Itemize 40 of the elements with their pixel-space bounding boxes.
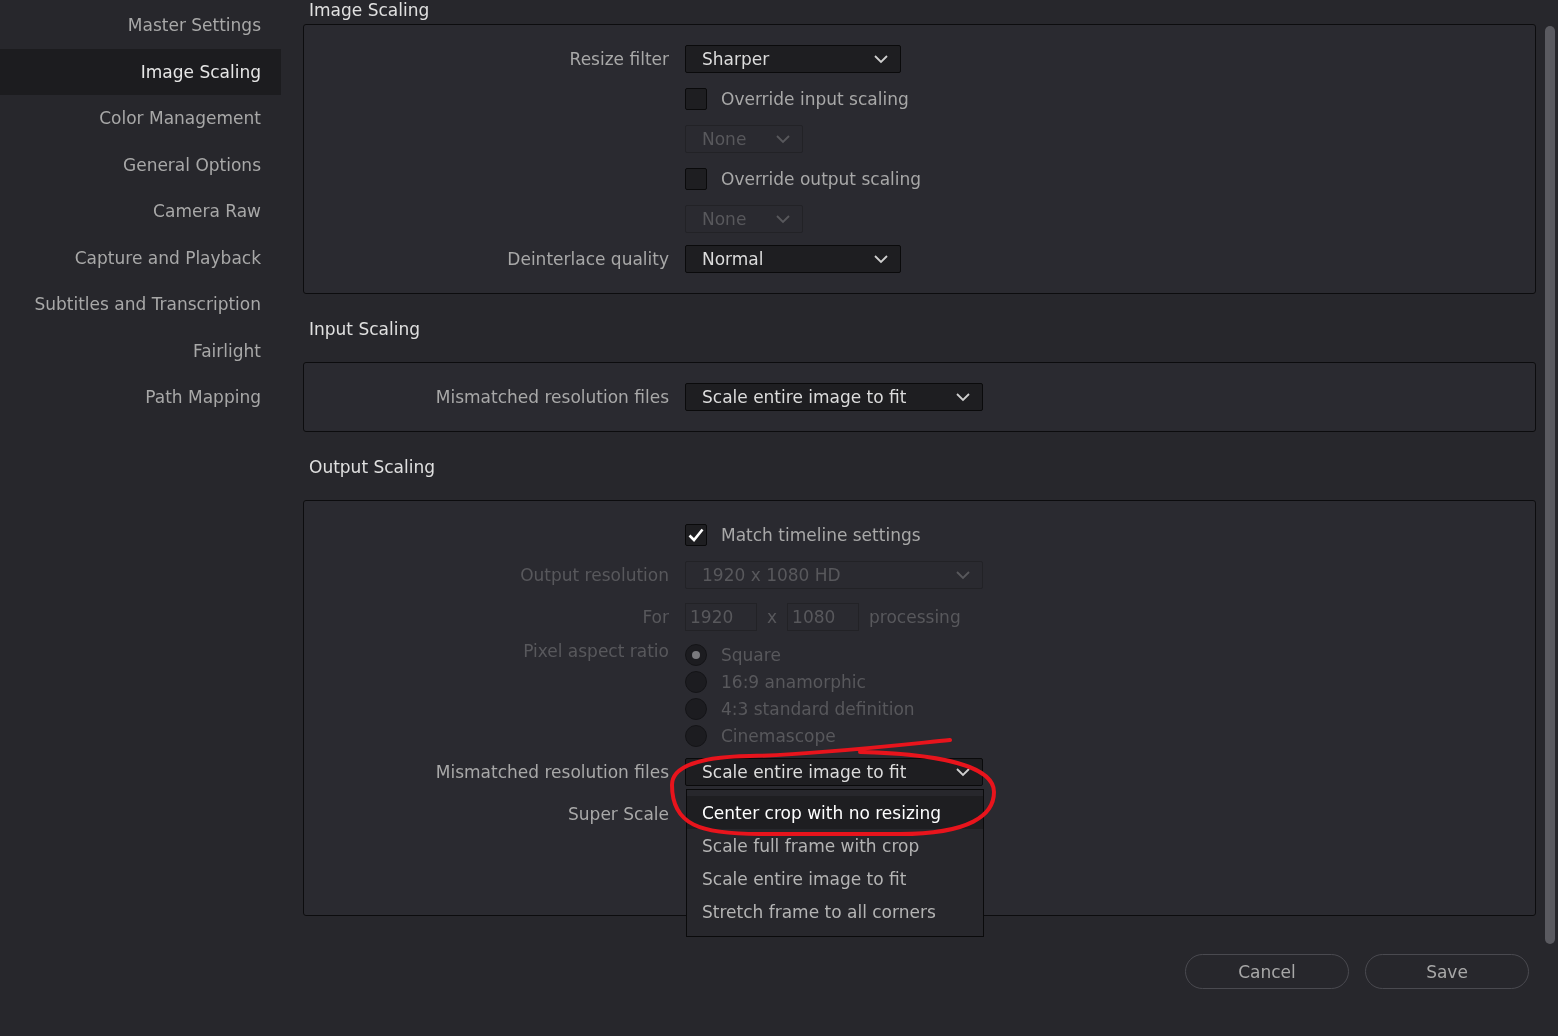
chevron-down-icon bbox=[956, 570, 970, 580]
chevron-down-icon bbox=[874, 254, 888, 264]
field-label: Mismatched resolution files bbox=[435, 762, 669, 782]
menu-item[interactable]: Scale entire image to fit bbox=[687, 862, 983, 895]
sidebar-item[interactable]: Path Mapping bbox=[0, 374, 281, 421]
checkbox[interactable] bbox=[685, 88, 707, 110]
menu-item[interactable]: Scale full frame with crop bbox=[687, 829, 983, 862]
field-label: Deinterlace quality bbox=[507, 249, 669, 269]
checkbox-label: Override input scaling bbox=[721, 89, 909, 109]
dropdown-select[interactable]: Scale entire image to fit bbox=[685, 758, 983, 786]
sidebar-item[interactable]: Color Management bbox=[0, 95, 281, 142]
sidebar-item[interactable]: Image Scaling bbox=[0, 48, 281, 95]
section-title: Input Scaling bbox=[308, 318, 421, 341]
menu-item[interactable]: Center crop with no resizing bbox=[687, 796, 983, 829]
section-title: Image Scaling bbox=[308, 0, 431, 20]
chevron-down-icon bbox=[776, 134, 790, 144]
sidebar-item[interactable]: Master Settings bbox=[0, 2, 281, 49]
field-label: Super Scale bbox=[568, 804, 669, 824]
menu-item[interactable]: Stretch frame to all corners bbox=[687, 895, 983, 928]
section-title: Output Scaling bbox=[308, 456, 437, 479]
checkbox-label: Override output scaling bbox=[721, 169, 922, 189]
chevron-down-icon bbox=[956, 392, 970, 402]
scrollbar[interactable] bbox=[1545, 26, 1555, 944]
sidebar-item[interactable]: Subtitles and Transcription bbox=[0, 281, 281, 328]
field-label: Mismatched resolution files bbox=[435, 387, 669, 407]
checkmark-icon bbox=[688, 528, 704, 542]
sidebar-item[interactable]: Capture and Playback bbox=[0, 234, 281, 281]
sidebar-item[interactable]: Camera Raw bbox=[0, 188, 281, 235]
sidebar-item[interactable]: General Options bbox=[0, 141, 281, 188]
field-label: Resize filter bbox=[569, 49, 669, 69]
checkbox-label: Match timeline settings bbox=[721, 525, 921, 545]
checkbox[interactable] bbox=[685, 168, 707, 190]
dropdown-select[interactable]: Scale entire image to fit bbox=[685, 383, 983, 411]
sidebar-item[interactable]: Fairlight bbox=[0, 327, 281, 374]
checkbox[interactable] bbox=[685, 524, 707, 546]
dropdown-select[interactable]: Normal bbox=[685, 245, 901, 273]
dropdown-select[interactable]: Sharper bbox=[685, 45, 901, 73]
chevron-down-icon bbox=[776, 214, 790, 224]
chevron-down-icon bbox=[956, 767, 970, 777]
chevron-down-icon bbox=[874, 54, 888, 64]
